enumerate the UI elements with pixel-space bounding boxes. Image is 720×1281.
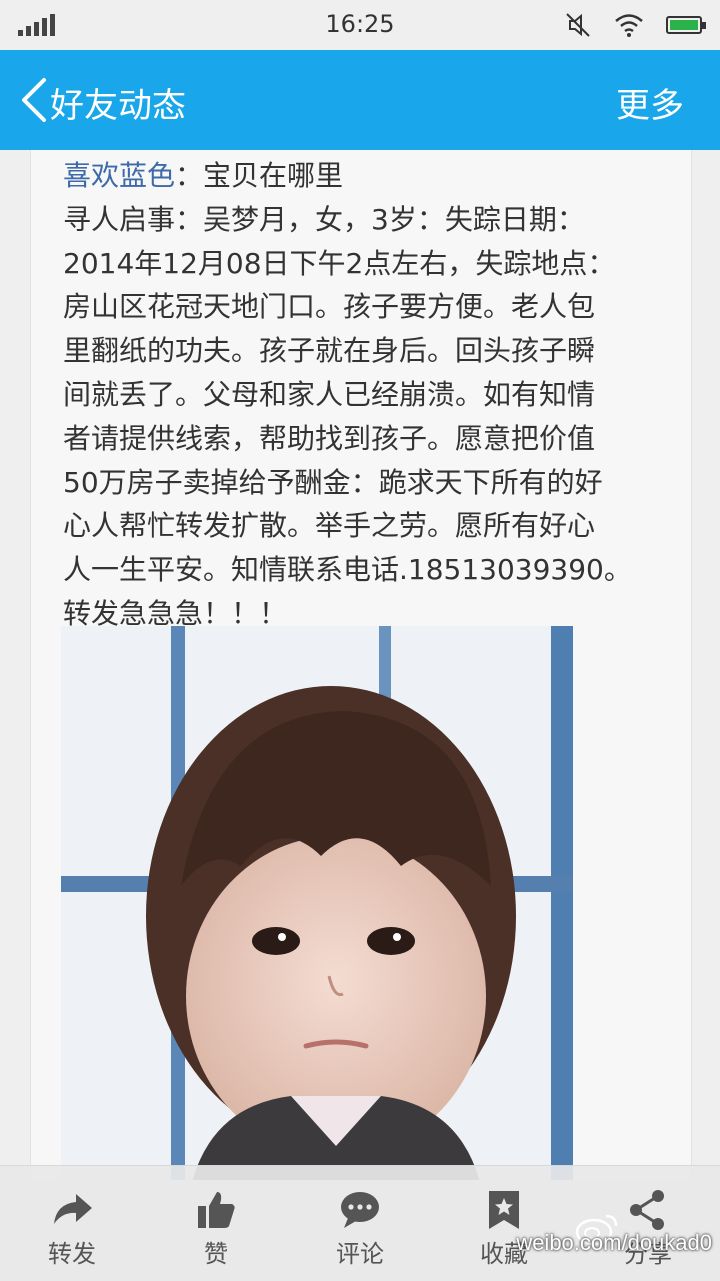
post-text: 喜欢蓝色：宝贝在哪里 寻人启事：吴梦月，女，3岁：失踪日期： 2014年12月0…	[63, 154, 673, 636]
wifi-icon	[615, 14, 643, 37]
share-icon	[630, 1190, 664, 1230]
watermark-text: weibo.com/doukad0	[516, 1230, 712, 1255]
status-bar: 16:25	[0, 0, 720, 50]
comment-label: 评论	[336, 1240, 384, 1268]
like-label: 赞	[204, 1240, 228, 1268]
repost-label: 转发	[48, 1240, 96, 1268]
battery-icon	[666, 16, 706, 34]
bookmark-icon	[489, 1191, 519, 1229]
post-photo[interactable]	[61, 626, 573, 1180]
post-author-suffix: ：宝贝在哪里	[175, 159, 344, 192]
more-button[interactable]: 更多	[616, 78, 684, 127]
like-button[interactable]: 赞	[144, 1166, 288, 1281]
mute-icon	[566, 13, 590, 37]
page-title: 好友动态	[50, 86, 186, 126]
thumbs-up-icon	[198, 1192, 235, 1228]
post-body: 寻人启事：吴梦月，女，3岁：失踪日期： 2014年12月08日下午2点左右，失踪…	[63, 202, 632, 630]
repost-button[interactable]: 转发	[0, 1166, 144, 1281]
post-author[interactable]: 喜欢蓝色	[63, 159, 175, 192]
favorite-button[interactable]: 收藏	[432, 1166, 576, 1281]
post-card: 喜欢蓝色：宝贝在哪里 寻人启事：吴梦月，女，3岁：失踪日期： 2014年12月0…	[30, 150, 692, 1180]
comment-button[interactable]: 评论	[288, 1166, 432, 1281]
app-header: 好友动态 更多	[0, 50, 720, 150]
comment-icon	[341, 1192, 379, 1228]
share-arrow-icon	[54, 1194, 92, 1224]
